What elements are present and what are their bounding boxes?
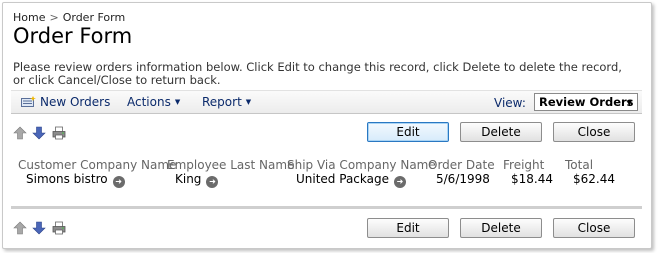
delete-button[interactable]: Delete [460, 218, 542, 238]
employee-last-name-value: King [175, 172, 202, 186]
chevron-down-icon: ▼ [245, 98, 252, 106]
page-title: Order Form [13, 24, 133, 48]
field-header-freight: Freight [503, 158, 545, 172]
printer-icon[interactable] [52, 126, 66, 140]
breadcrumb-separator: > [49, 11, 59, 24]
field-header-employee-last-name: Employee Last Name [167, 158, 295, 172]
report-menu[interactable]: Report ▼ [202, 95, 251, 109]
breadcrumb-home-link[interactable]: Home [13, 11, 45, 24]
view-select[interactable]: Review Orders ▼ [534, 93, 638, 111]
up-arrow-icon[interactable] [13, 126, 27, 140]
breadcrumb-current: Order Form [62, 11, 126, 24]
page-description: Please review orders information below. … [13, 60, 622, 87]
new-orders-button[interactable]: New Orders [40, 95, 110, 109]
field-header-ship-via-company-name: Ship Via Company Name [287, 158, 436, 172]
report-menu-label: Report [202, 95, 242, 109]
customer-company-name-value: Simons bistro [26, 172, 108, 186]
view-select-value: Review Orders [539, 95, 634, 109]
field-header-total: Total [565, 158, 594, 172]
section-divider [11, 206, 642, 209]
printer-icon[interactable] [52, 221, 66, 235]
ship-via-company-name-value: United Package [296, 172, 389, 186]
field-value-order-date: 5/6/1998 [436, 172, 490, 186]
field-value-employee-last-name: King ➜ [175, 172, 219, 188]
field-value-customer-company-name: Simons bistro ➜ [26, 172, 125, 188]
breadcrumb: Home > Order Form [13, 11, 125, 24]
field-header-customer-company-name: Customer Company Name [18, 158, 177, 172]
chevron-down-icon: ▼ [626, 99, 632, 107]
view-label: View: [494, 96, 526, 110]
action-bar: New Orders Actions ▼ Report ▼ View: Review… [11, 90, 642, 114]
new-record-icon[interactable] [21, 96, 36, 108]
edit-button[interactable]: Edit [367, 122, 449, 142]
actions-menu[interactable]: Actions ▼ [127, 95, 180, 109]
field-value-freight: $18.44 [511, 172, 553, 186]
circle-arrow-icon[interactable]: ➜ [393, 176, 406, 188]
close-button[interactable]: Close [553, 218, 635, 238]
field-value-total: $62.44 [573, 172, 615, 186]
circle-arrow-icon[interactable]: ➜ [206, 176, 219, 188]
delete-button[interactable]: Delete [460, 122, 542, 142]
circle-arrow-icon[interactable]: ➜ [112, 176, 125, 188]
down-arrow-icon[interactable] [32, 221, 46, 235]
close-button[interactable]: Close [553, 122, 635, 142]
down-arrow-icon[interactable] [32, 126, 46, 140]
edit-button[interactable]: Edit [367, 218, 449, 238]
up-arrow-icon[interactable] [13, 221, 27, 235]
actions-menu-label: Actions [127, 95, 171, 109]
chevron-down-icon: ▼ [174, 98, 181, 106]
field-header-order-date: Order Date [428, 158, 495, 172]
field-value-ship-via-company-name: United Package ➜ [296, 172, 406, 188]
